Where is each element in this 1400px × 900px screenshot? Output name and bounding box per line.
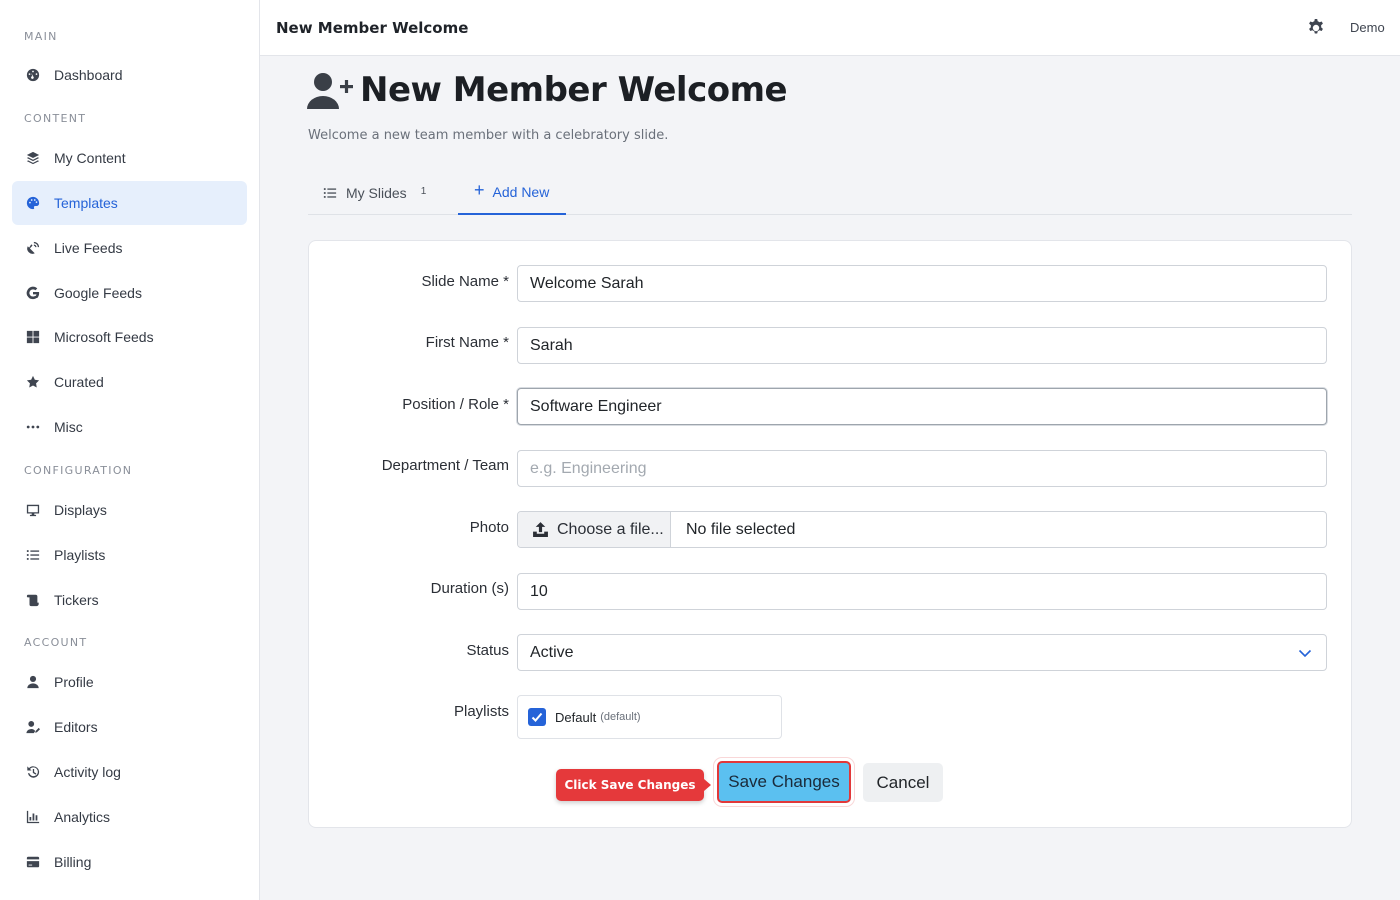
windows-icon bbox=[26, 330, 40, 344]
photo-file-input: Choose a file... No file selected bbox=[517, 511, 1327, 548]
position-input[interactable]: Software Engineer bbox=[517, 388, 1327, 425]
user-icon bbox=[26, 675, 40, 689]
sidebar-item-label: Analytics bbox=[54, 809, 111, 825]
palette-icon bbox=[26, 196, 40, 210]
tab-bar: My Slides 1 + Add New bbox=[308, 170, 1352, 215]
sidebar-item-live-feeds[interactable]: Live Feeds bbox=[12, 226, 247, 270]
sidebar-item-dashboard[interactable]: Dashboard bbox=[12, 53, 247, 97]
sidebar-item-label: Live Feeds bbox=[54, 240, 123, 256]
sidebar-item-analytics[interactable]: Analytics bbox=[12, 795, 247, 839]
sidebar-item-label: Google Feeds bbox=[54, 285, 142, 301]
sidebar-item-templates[interactable]: Templates bbox=[12, 181, 247, 225]
sidebar-item-label: My Content bbox=[54, 150, 126, 166]
user-plus-icon bbox=[307, 72, 353, 110]
google-icon bbox=[26, 286, 40, 300]
sidebar-item-misc[interactable]: Misc bbox=[12, 405, 247, 449]
topbar-title: New Member Welcome bbox=[276, 18, 469, 37]
sidebar-item-label: Billing bbox=[54, 854, 92, 870]
monitor-icon bbox=[26, 503, 40, 517]
tutorial-callout: Click Save Changes bbox=[556, 769, 711, 801]
sidebar-item-displays[interactable]: Displays bbox=[12, 488, 247, 532]
slide-name-label: Slide Name * bbox=[421, 273, 509, 290]
section-label-main: MAIN bbox=[24, 30, 58, 43]
sidebar-item-google-feeds[interactable]: Google Feeds bbox=[12, 271, 247, 315]
sidebar-item-label: Dashboard bbox=[54, 67, 123, 83]
sidebar-item-label: Microsoft Feeds bbox=[54, 329, 154, 345]
ellipsis-icon bbox=[26, 420, 40, 434]
sidebar-item-billing[interactable]: Billing bbox=[12, 840, 247, 884]
sidebar-item-playlists[interactable]: Playlists bbox=[12, 533, 247, 577]
sidebar: MAIN Dashboard CONTENT My Content Templa… bbox=[0, 0, 260, 900]
status-label: Status bbox=[466, 642, 509, 659]
slide-form: Slide Name * Welcome Sarah First Name * … bbox=[308, 240, 1352, 828]
topbar: New Member Welcome Demo bbox=[260, 0, 1400, 56]
playlist-default-checkbox[interactable] bbox=[528, 708, 546, 726]
user-edit-icon bbox=[26, 720, 40, 734]
save-button[interactable]: Save Changes bbox=[717, 761, 851, 803]
sidebar-item-editors[interactable]: Editors bbox=[12, 705, 247, 749]
check-icon bbox=[531, 712, 543, 722]
sidebar-item-label: Curated bbox=[54, 374, 104, 390]
playlists-box: Default (default) bbox=[517, 695, 782, 739]
tab-label: My Slides bbox=[346, 184, 407, 201]
layers-icon bbox=[26, 151, 40, 165]
chart-icon bbox=[26, 810, 40, 824]
credit-card-icon bbox=[26, 855, 40, 869]
count-badge: 1 bbox=[420, 186, 427, 197]
section-label-configuration: CONFIGURATION bbox=[24, 464, 133, 477]
dashboard-gauge-icon bbox=[26, 68, 40, 82]
sidebar-item-label: Tickers bbox=[54, 592, 99, 608]
duration-input[interactable]: 10 bbox=[517, 573, 1327, 610]
photo-label: Photo bbox=[469, 519, 509, 536]
first-name-input[interactable]: Sarah bbox=[517, 327, 1327, 364]
gear-icon[interactable] bbox=[1306, 18, 1326, 38]
first-name-label: First Name * bbox=[425, 334, 509, 351]
duration-label: Duration (s) bbox=[430, 580, 509, 597]
status-value: Active bbox=[530, 643, 574, 661]
list-icon bbox=[26, 548, 40, 562]
playlist-name: Default bbox=[555, 709, 597, 725]
status-select[interactable]: Active bbox=[517, 634, 1327, 671]
upload-icon bbox=[533, 522, 548, 537]
chevron-down-icon bbox=[1298, 646, 1312, 660]
history-icon bbox=[26, 765, 40, 779]
department-input[interactable]: e.g. Engineering bbox=[517, 450, 1327, 487]
scroll-icon bbox=[26, 593, 40, 607]
sidebar-item-label: Displays bbox=[54, 502, 107, 518]
file-status: No file selected bbox=[686, 520, 796, 538]
playlists-label: Playlists bbox=[453, 703, 509, 720]
sidebar-item-label: Editors bbox=[54, 719, 98, 735]
choose-file-button[interactable]: Choose a file... bbox=[518, 512, 671, 547]
satellite-dish-icon bbox=[26, 241, 40, 255]
cancel-button[interactable]: Cancel bbox=[863, 763, 943, 802]
position-label: Position / Role * bbox=[402, 396, 509, 413]
sidebar-item-activity-log[interactable]: Activity log bbox=[12, 750, 247, 794]
playlist-default-tag: (default) bbox=[600, 711, 641, 723]
sidebar-item-label: Profile bbox=[54, 674, 94, 690]
department-label: Department / Team bbox=[381, 457, 509, 474]
slide-name-input[interactable]: Welcome Sarah bbox=[517, 265, 1327, 302]
tab-my-slides[interactable]: My Slides 1 bbox=[323, 170, 426, 215]
plus-icon: + bbox=[474, 179, 485, 200]
tab-label: Add New bbox=[492, 183, 550, 200]
sidebar-item-label: Playlists bbox=[54, 547, 106, 563]
sidebar-item-curated[interactable]: Curated bbox=[12, 360, 247, 404]
choose-file-label: Choose a file... bbox=[557, 520, 664, 538]
user-menu[interactable]: Demo bbox=[1350, 20, 1385, 35]
section-label-content: CONTENT bbox=[24, 112, 87, 125]
page-subtitle: Welcome a new team member with a celebra… bbox=[308, 128, 669, 143]
sidebar-item-my-content[interactable]: My Content bbox=[12, 136, 247, 180]
sidebar-item-label: Activity log bbox=[54, 764, 121, 780]
sidebar-item-microsoft-feeds[interactable]: Microsoft Feeds bbox=[12, 315, 247, 359]
tab-add-new[interactable]: + Add New bbox=[458, 170, 566, 215]
section-label-account: ACCOUNT bbox=[24, 636, 88, 649]
page-title: New Member Welcome bbox=[360, 70, 788, 110]
department-placeholder: e.g. Engineering bbox=[530, 460, 647, 477]
sidebar-item-tickers[interactable]: Tickers bbox=[12, 578, 247, 622]
star-icon bbox=[26, 375, 40, 389]
sidebar-item-label: Misc bbox=[54, 419, 83, 435]
sidebar-item-label: Templates bbox=[54, 195, 118, 211]
sidebar-item-profile[interactable]: Profile bbox=[12, 660, 247, 704]
list-icon bbox=[323, 187, 337, 198]
